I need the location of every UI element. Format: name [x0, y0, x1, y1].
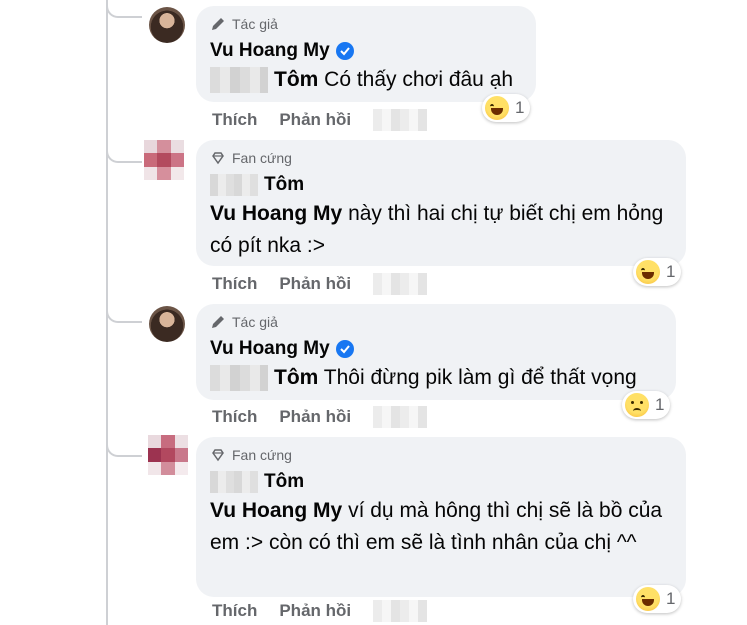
blurred-author-name — [210, 174, 258, 196]
timestamp-blurred — [373, 600, 428, 622]
timestamp-blurred — [373, 273, 428, 295]
mention-tag[interactable]: Tôm — [274, 366, 318, 389]
reaction-count: 1 — [666, 589, 676, 608]
like-button[interactable]: Thích — [212, 601, 257, 621]
comment-bubble: Tác giả Vu Hoang My Tôm Có thấy chơi đâu… — [196, 6, 536, 102]
author-name[interactable]: Vu Hoang My — [210, 40, 330, 62]
fan-badge: Fan cứng — [210, 445, 674, 465]
laugh-emoji-icon — [485, 96, 509, 120]
reaction-summary[interactable]: 1 — [633, 585, 682, 613]
reaction-count: 1 — [515, 98, 525, 117]
mention-tag[interactable]: Vu Hoang My — [210, 202, 342, 225]
reaction-count: 1 — [666, 262, 676, 281]
timestamp-blurred — [373, 109, 428, 131]
reply-button[interactable]: Phản hồi — [279, 407, 351, 427]
reply-button[interactable]: Phản hồi — [279, 110, 351, 130]
reply-button[interactable]: Phản hồi — [279, 601, 351, 621]
verified-badge-icon — [335, 42, 354, 60]
thread-connector — [106, 147, 142, 163]
author-mention[interactable]: Tôm — [264, 471, 304, 493]
badge-label: Fan cứng — [232, 447, 292, 463]
thread-connector — [106, 307, 142, 323]
comment-bubble: Tác giả Vu Hoang My Tôm Thôi đừng pik là… — [196, 304, 676, 400]
avatar[interactable] — [149, 306, 185, 342]
like-button[interactable]: Thích — [212, 110, 257, 130]
badge-label: Fan cứng — [232, 150, 292, 166]
author-badge: Tác giả — [210, 14, 524, 34]
author-name[interactable]: Vu Hoang My — [210, 338, 330, 360]
avatar[interactable] — [148, 435, 188, 475]
laugh-emoji-icon — [636, 260, 660, 284]
reaction-count: 1 — [655, 395, 665, 414]
reaction-summary[interactable]: 1 — [622, 391, 671, 419]
fan-badge: Fan cứng — [210, 148, 674, 168]
avatar[interactable] — [144, 140, 184, 180]
comment-text: Thôi đừng pik làm gì để thất vọng — [323, 366, 637, 389]
author-mention[interactable]: Tôm — [264, 174, 304, 196]
reaction-summary[interactable]: 1 — [482, 94, 531, 122]
laugh-emoji-icon — [636, 587, 660, 611]
sad-emoji-icon — [625, 393, 649, 417]
avatar[interactable] — [149, 7, 185, 43]
blurred-name — [210, 67, 268, 94]
blurred-author-name — [210, 471, 258, 493]
pen-icon — [212, 18, 224, 30]
author-badge: Tác giả — [210, 312, 664, 332]
timestamp-blurred — [373, 406, 428, 428]
like-button[interactable]: Thích — [212, 407, 257, 427]
pen-icon — [212, 316, 224, 328]
comment-bubble: Fan cứng Tôm Vu Hoang My ví dụ mà hông t… — [196, 437, 686, 597]
mention-tag[interactable]: Tôm — [274, 68, 318, 91]
comment-bubble: Fan cứng Tôm Vu Hoang My này thì hai chị… — [196, 140, 686, 266]
reply-button[interactable]: Phản hồi — [279, 274, 351, 294]
like-button[interactable]: Thích — [212, 274, 257, 294]
thread-connector — [106, 2, 142, 18]
diamond-icon — [212, 152, 224, 165]
badge-label: Tác giả — [232, 16, 278, 32]
blurred-name — [210, 365, 268, 392]
diamond-icon — [212, 449, 224, 462]
verified-badge-icon — [335, 340, 354, 358]
comment-text: Có thấy chơi đâu ạh — [324, 68, 514, 91]
thread-connector — [106, 441, 142, 457]
reaction-summary[interactable]: 1 — [633, 258, 682, 286]
badge-label: Tác giả — [232, 314, 278, 330]
mention-tag[interactable]: Vu Hoang My — [210, 499, 342, 522]
